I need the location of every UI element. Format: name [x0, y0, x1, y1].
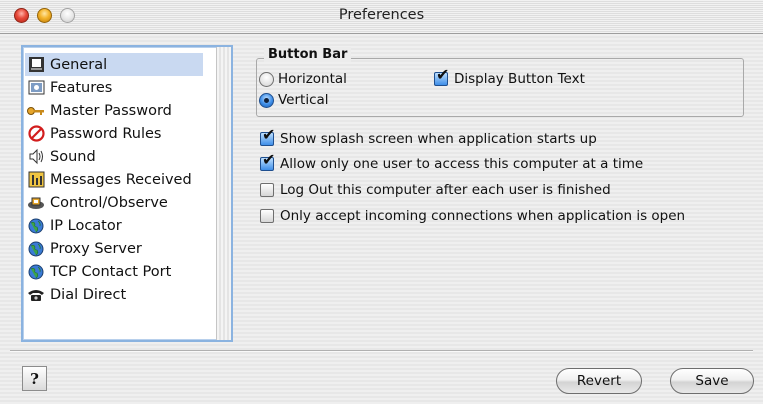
window-title: Preferences: [338, 7, 425, 23]
sidebar-item-general[interactable]: General: [25, 53, 203, 76]
sidebar-item-label: Password Rules: [50, 125, 162, 142]
sidebar-item-label: IP Locator: [50, 217, 122, 234]
globe-icon: [27, 217, 45, 235]
display-button-text-label: Display Button Text: [454, 71, 585, 87]
preferences-window: Preferences General Features Master Pass…: [0, 0, 763, 404]
button-bar-group: [256, 58, 744, 117]
option-label: Log Out this computer after each user is…: [280, 182, 611, 198]
log-out-after-user-checkbox[interactable]: [260, 183, 274, 197]
option-label: Allow only one user to access this compu…: [280, 156, 644, 172]
option-label: Show splash screen when application star…: [280, 131, 597, 147]
sidebar-item-sound[interactable]: Sound: [25, 145, 203, 168]
option-accept-connections-when-open[interactable]: Only accept incoming connections when ap…: [260, 208, 685, 224]
key-icon: [27, 102, 45, 120]
option-show-splash-screen[interactable]: Show splash screen when application star…: [260, 127, 597, 147]
sidebar-item-control-observe[interactable]: Control/Observe: [25, 191, 203, 214]
vertical-radio-label: Vertical: [278, 92, 329, 108]
sidebar-item-features[interactable]: Features: [25, 76, 203, 99]
sidebar-item-ip-locator[interactable]: IP Locator: [25, 214, 203, 237]
messages-icon: [27, 171, 45, 189]
display-button-text-checkbox[interactable]: [434, 67, 449, 86]
globe-icon: [27, 240, 45, 258]
sidebar-item-tcp-contact-port[interactable]: TCP Contact Port: [25, 260, 203, 283]
help-button[interactable]: ?: [22, 366, 47, 391]
sidebar-item-proxy-server[interactable]: Proxy Server: [25, 237, 203, 260]
horizontal-radio-option[interactable]: Horizontal: [259, 71, 347, 87]
save-button[interactable]: Save: [670, 368, 754, 394]
display-button-text-option[interactable]: Display Button Text: [434, 67, 585, 87]
title-bar[interactable]: Preferences: [0, 0, 763, 34]
horizontal-radio[interactable]: [259, 71, 274, 87]
sidebar-item-master-password[interactable]: Master Password: [25, 99, 203, 122]
option-label: Only accept incoming connections when ap…: [280, 208, 686, 224]
option-log-out-after-user[interactable]: Log Out this computer after each user is…: [260, 182, 611, 198]
sidebar-item-label: TCP Contact Port: [50, 263, 172, 280]
accept-connections-when-open-checkbox[interactable]: [260, 209, 274, 223]
show-splash-screen-checkbox[interactable]: [260, 127, 275, 146]
features-icon: [27, 79, 45, 97]
sidebar-item-label: Features: [50, 79, 113, 96]
button-bar-group-title: Button Bar: [264, 47, 352, 62]
sidebar-item-label: Proxy Server: [50, 240, 142, 257]
prohibited-icon: [27, 125, 45, 143]
sidebar-item-dial-direct[interactable]: Dial Direct: [25, 283, 203, 306]
sidebar-item-messages-received[interactable]: Messages Received: [25, 168, 203, 191]
vertical-radio-option[interactable]: Vertical: [259, 92, 329, 108]
allow-one-user-checkbox[interactable]: [260, 152, 275, 171]
footer-divider: [10, 350, 753, 352]
sidebar-item-label: General: [50, 56, 108, 73]
sidebar-item-label: Dial Direct: [50, 286, 127, 303]
sidebar-item-label: Sound: [50, 148, 96, 165]
revert-button[interactable]: Revert: [556, 368, 642, 394]
option-allow-one-user[interactable]: Allow only one user to access this compu…: [260, 152, 644, 172]
preferences-category-list[interactable]: General Features Master Password Passwor…: [21, 45, 233, 342]
telephone-icon: [27, 286, 45, 304]
speaker-icon: [27, 148, 45, 166]
sidebar-item-label: Control/Observe: [50, 194, 168, 211]
control-icon: [27, 194, 45, 212]
sidebar-item-label: Messages Received: [50, 171, 192, 188]
sidebar-scrollbar[interactable]: [216, 47, 231, 340]
globe-icon: [27, 263, 45, 281]
general-icon: [27, 56, 45, 74]
vertical-radio[interactable]: [259, 92, 274, 108]
sidebar-item-password-rules[interactable]: Password Rules: [25, 122, 203, 145]
sidebar-item-label: Master Password: [50, 102, 172, 119]
horizontal-radio-label: Horizontal: [278, 71, 347, 87]
